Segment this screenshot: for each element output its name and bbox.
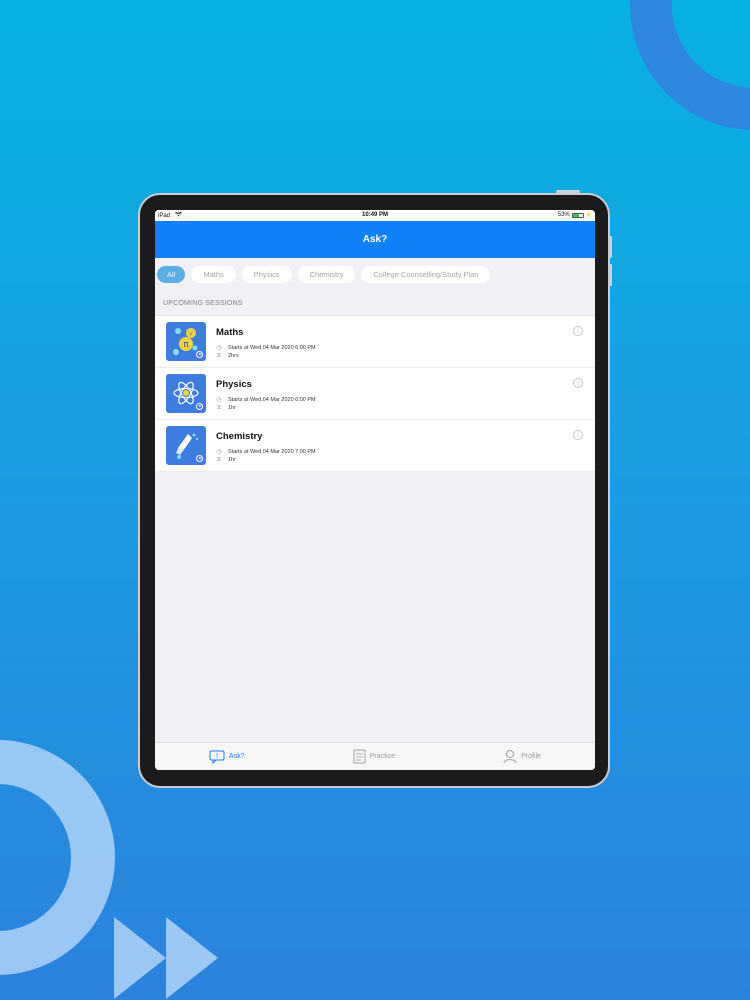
maths-icon: π √: [166, 322, 206, 361]
session-duration: 2hrs: [228, 353, 239, 359]
hourglass-icon: ⧖: [216, 405, 222, 411]
svg-text:√: √: [189, 331, 193, 338]
filter-chip-maths[interactable]: Maths: [191, 266, 236, 283]
play-icon: [196, 403, 203, 410]
status-bar: iPad 10:49 PM 53% ⚡: [155, 210, 595, 221]
ask-icon: ?: [209, 750, 225, 764]
hourglass-icon: ⧖: [216, 353, 222, 359]
charging-icon: ⚡: [585, 212, 592, 218]
battery-percent: 53%: [557, 212, 570, 218]
flask-icon: [166, 426, 206, 465]
page-title: Ask?: [362, 234, 388, 245]
status-time: 10:49 PM: [361, 212, 388, 218]
session-title: Physics: [216, 379, 252, 390]
tab-profile-label: Profile: [521, 753, 541, 760]
filter-chip-physics[interactable]: Physics: [241, 266, 292, 283]
session-start-time: Starts at Wed,04 Mar 2020 6:00 PM: [228, 397, 316, 403]
navigation-bar: Ask?: [155, 221, 595, 258]
play-icon: [196, 351, 203, 358]
tab-practice[interactable]: Practice: [353, 749, 395, 764]
profile-icon: [503, 749, 517, 764]
battery-icon: [571, 212, 584, 218]
clock-icon: ◷: [216, 449, 222, 455]
atom-icon: [166, 374, 206, 413]
tab-ask-label: Ask?: [229, 753, 245, 760]
sessions-list: π √ Maths ◷ Starts at Wed,04 Mar 2020 6:…: [155, 315, 595, 472]
session-duration: 1hr: [228, 457, 236, 463]
tab-bar: ? Ask? Practice Profile: [155, 742, 595, 770]
session-title: Chemistry: [216, 431, 263, 442]
filter-chip-chemistry[interactable]: Chemistry: [297, 266, 356, 283]
promo-background: iPad 10:49 PM 53% ⚡ Ask? All Maths Physi…: [0, 0, 750, 1000]
info-icon[interactable]: i: [573, 430, 583, 440]
session-start-time: Starts at Wed,04 Mar 2020 7:00 PM: [228, 449, 316, 455]
session-start-time: Starts at Wed,04 Mar 2020 6:00 PM: [228, 345, 316, 351]
session-row-physics[interactable]: Physics ◷ Starts at Wed,04 Mar 2020 6:00…: [155, 368, 595, 420]
decorative-arrow-icon: [114, 917, 166, 999]
decorative-ring-bottom: [0, 740, 115, 975]
session-duration: 1hr: [228, 405, 236, 411]
app-screen: iPad 10:49 PM 53% ⚡ Ask? All Maths Physi…: [155, 210, 595, 770]
clock-icon: ◷: [216, 397, 222, 403]
info-icon[interactable]: i: [573, 378, 583, 388]
play-icon: [196, 455, 203, 462]
svg-text:π: π: [183, 340, 189, 350]
decorative-arrow-icon: [166, 917, 218, 999]
info-icon[interactable]: i: [573, 326, 583, 336]
filter-chip-college-counselling[interactable]: College Counselling/Study Plan: [361, 266, 491, 283]
filter-chip-all[interactable]: All: [157, 266, 186, 283]
practice-icon: [353, 749, 366, 764]
decorative-ring-top: [630, 0, 750, 130]
session-row-chemistry[interactable]: Chemistry ◷ Starts at Wed,04 Mar 2020 7:…: [155, 420, 595, 472]
tab-profile[interactable]: Profile: [503, 749, 541, 764]
hourglass-icon: ⧖: [216, 457, 222, 463]
tab-ask[interactable]: ? Ask?: [209, 750, 245, 764]
category-filter-bar: All Maths Physics Chemistry College Coun…: [155, 258, 595, 284]
session-row-maths[interactable]: π √ Maths ◷ Starts at Wed,04 Mar 2020 6:…: [155, 316, 595, 368]
clock-icon: ◷: [216, 345, 222, 351]
svg-text:?: ?: [215, 753, 218, 760]
section-title: UPCOMING SESSIONS: [163, 300, 243, 307]
session-title: Maths: [216, 327, 244, 338]
tab-practice-label: Practice: [369, 753, 395, 760]
